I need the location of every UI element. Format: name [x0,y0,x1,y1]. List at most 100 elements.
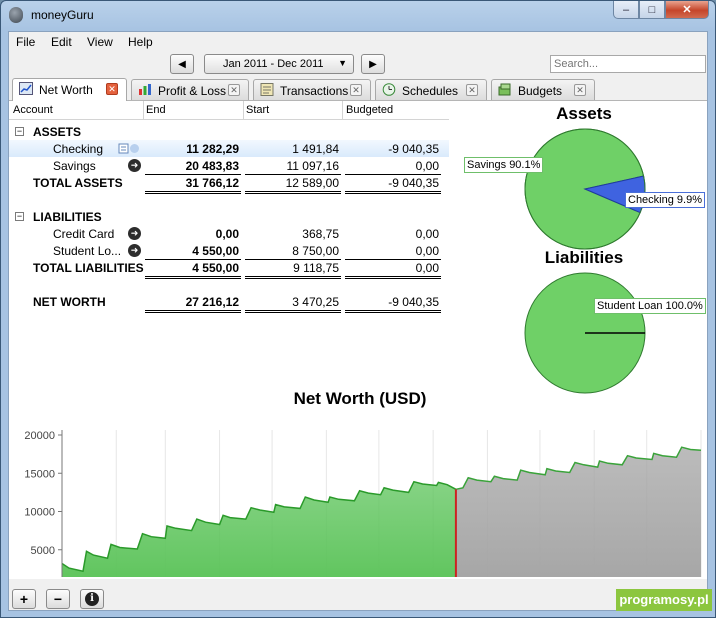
budgeted-value: 0,00 [415,244,439,258]
y-tick-label: 5000 [31,545,55,557]
moneyguru-app-icon [9,7,23,23]
go-to-account-icon[interactable]: ➜ [128,159,141,172]
net-worth-icon [19,82,33,95]
y-tick-label: 10000 [24,507,55,519]
remove-account-button[interactable]: − [46,589,70,609]
account-name: Savings [53,159,96,173]
info-icon: i [85,592,99,606]
budget-link-icon [118,143,139,154]
plus-icon: + [19,591,29,607]
collapse-icon[interactable]: − [15,212,24,221]
tab-schedules[interactable]: Schedules ✕ [375,79,487,100]
pie-label-savings: Savings 90.1% [464,157,544,173]
pie-label-checking: Checking 9.9% [625,192,705,208]
start-value: 11 097,16 [286,159,340,173]
tab-label: Budgets [518,84,563,98]
close-tab-icon[interactable]: ✕ [466,84,478,96]
status-bar: + − i [9,580,707,610]
assets-group-row[interactable]: − ASSETS [9,123,449,140]
account-info-button[interactable]: i [80,589,104,609]
assets-pie-chart [524,128,646,250]
schedules-icon [382,83,396,96]
app-window: moneyGuru ‒ □ ✕ File Edit View Help ◀ Ja… [0,0,716,618]
account-row-checking[interactable]: Checking 11 282,29 1 491,84 -9 040,35 [9,140,449,157]
tab-profit-loss[interactable]: Profit & Loss ✕ [131,79,249,100]
end-value: 11 282,29 [186,142,239,156]
start-value: 3 470,25 [292,295,339,309]
minimize-button[interactable]: ‒ [613,1,639,19]
menu-edit[interactable]: Edit [51,35,72,49]
budgeted-value: 0,00 [415,261,439,275]
tab-label: Net Worth [39,83,93,97]
date-range-label: Jan 2011 - Dec 2011 [223,58,324,70]
close-tab-icon[interactable]: ✕ [350,84,362,96]
budgeted-value: -9 040,35 [388,176,439,190]
column-header-end[interactable]: End [146,104,166,116]
account-row-credit-card[interactable]: Credit Card ➜ 0,00 368,75 0,00 [9,225,449,242]
sheet-header: Account End Start Budgeted [9,101,449,120]
add-account-button[interactable]: + [12,589,36,609]
column-header-budgeted[interactable]: Budgeted [346,104,393,116]
total-label: TOTAL LIABILITIES [33,261,144,275]
search-input[interactable] [550,55,706,73]
end-value: 0,00 [215,227,239,241]
end-value: 20 483,83 [185,159,239,173]
account-name: Student Lo... [53,244,122,258]
menu-help[interactable]: Help [128,35,153,49]
chevron-down-icon: ▼ [338,58,347,68]
column-header-account[interactable]: Account [13,104,53,116]
go-to-account-icon[interactable]: ➜ [128,244,141,257]
total-label: TOTAL ASSETS [33,176,123,190]
group-label: LIABILITIES [33,210,102,224]
collapse-icon[interactable]: − [15,127,24,136]
profit-loss-icon [139,84,151,95]
total-liabilities-row[interactable]: TOTAL LIABILITIES 4 550,00 9 118,75 0,00 [9,259,449,276]
next-period-button[interactable]: ▶ [361,54,385,74]
assets-pie-title: Assets [556,104,612,123]
close-tab-icon[interactable]: ✕ [106,83,118,95]
tab-transactions[interactable]: Transactions ✕ [253,79,371,100]
tab-bar: Net Worth ✕ Profit & Loss ✕ Transactions… [9,78,707,101]
budgeted-value: 0,00 [415,227,439,241]
tab-net-worth[interactable]: Net Worth ✕ [12,78,127,101]
close-tab-icon[interactable]: ✕ [228,84,240,96]
pie-label-student-loan: Student Loan 100.0% [594,298,706,314]
previous-period-button[interactable]: ◀ [170,54,194,74]
liabilities-pie-title: Liabilities [544,248,624,267]
close-window-button[interactable]: ✕ [665,1,709,19]
total-assets-row[interactable]: TOTAL ASSETS 31 766,12 12 589,00 -9 040,… [9,174,449,191]
y-tick-label: 15000 [24,468,55,480]
watermark: programosy.pl [616,589,712,611]
net-worth-graph: Net Worth (USD) 05000100001500020000JanF… [24,389,702,577]
account-row-student-loan[interactable]: Student Lo... ➜ 4 550,00 8 750,00 0,00 [9,242,449,259]
menu-view[interactable]: View [87,35,113,49]
go-to-account-icon[interactable]: ➜ [128,227,141,240]
account-name: Checking [53,142,104,156]
client-area: File Edit View Help ◀ Jan 2011 - Dec 201… [8,31,708,611]
net-worth-view: Account End Start Budgeted − ASSETS Chec… [9,101,707,579]
budgeted-value: -9 040,35 [388,142,439,156]
liabilities-group-row[interactable]: − LIABILITIES [9,208,449,225]
tab-label: Profit & Loss [158,84,227,98]
tab-label: Transactions [280,84,349,98]
menu-file[interactable]: File [16,35,35,49]
menu-bar: File Edit View Help [9,32,707,52]
tab-label: Schedules [402,84,459,98]
toolbar: ◀ Jan 2011 - Dec 2011 ▼ ▶ [9,52,707,78]
date-range-selector[interactable]: Jan 2011 - Dec 2011 ▼ [204,54,354,74]
left-arrow-icon: ◀ [178,58,186,70]
tab-budgets[interactable]: Budgets ✕ [491,79,595,100]
group-label: ASSETS [33,125,82,139]
maximize-button[interactable]: □ [639,1,665,19]
start-value: 368,75 [302,227,339,241]
start-value: 12 589,00 [285,176,339,190]
title-bar[interactable]: moneyGuru ‒ □ ✕ [1,1,715,31]
end-value: 4 550,00 [192,244,239,258]
budgeted-value: -9 040,35 [388,295,439,309]
end-value: 31 766,12 [185,176,239,190]
close-tab-icon[interactable]: ✕ [574,84,586,96]
account-row-savings[interactable]: Savings ➜ 20 483,83 11 097,16 0,00 [9,157,449,174]
start-value: 9 118,75 [293,261,339,275]
column-header-start[interactable]: Start [246,104,269,116]
net-worth-row[interactable]: NET WORTH 27 216,12 3 470,25 -9 040,35 [9,293,449,310]
